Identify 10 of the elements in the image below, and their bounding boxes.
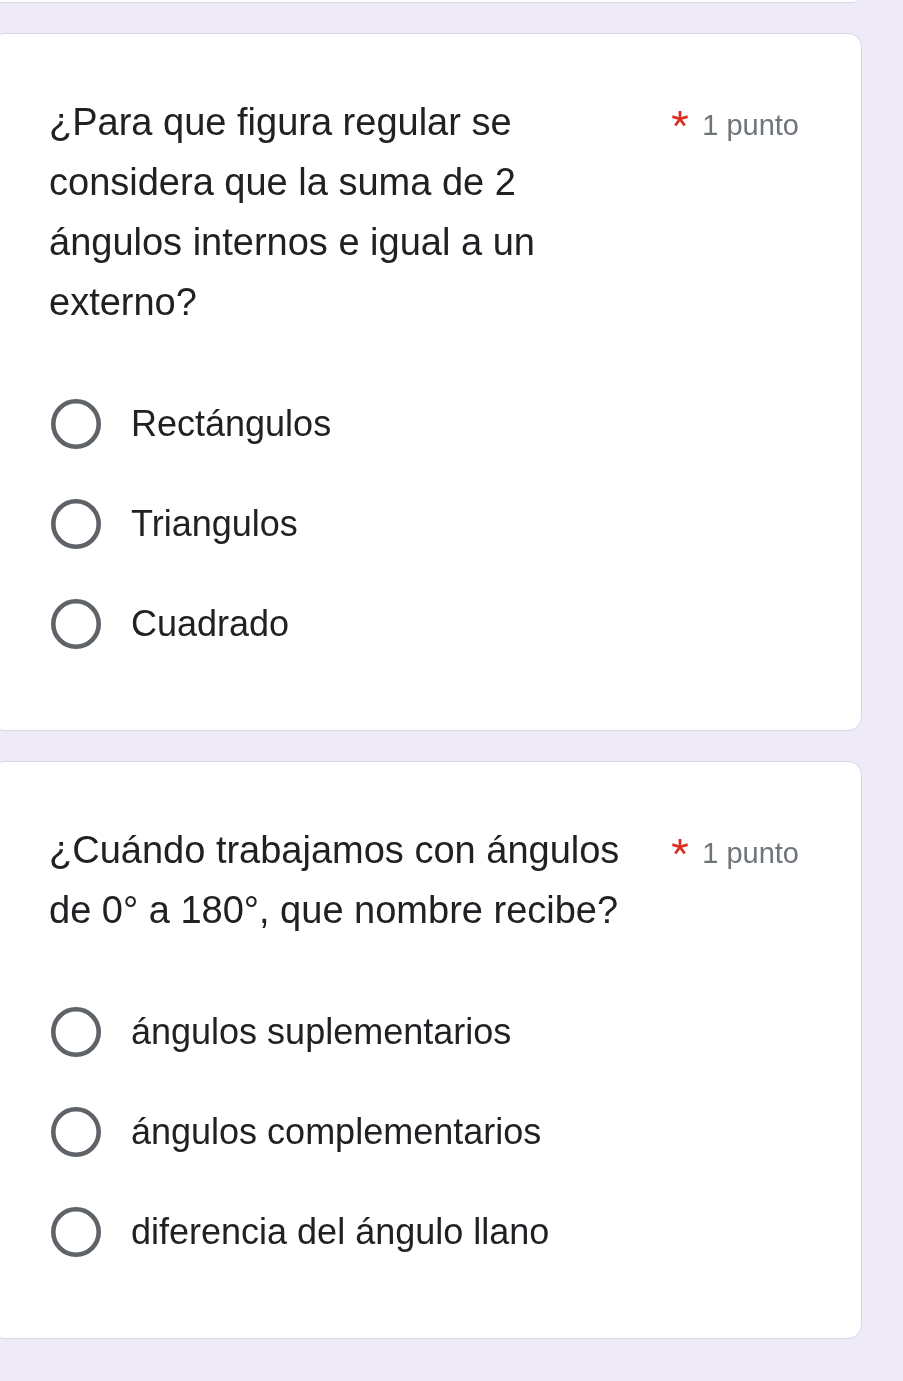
radio-option[interactable]: ángulos suplementarios [51,1007,512,1057]
radio-option[interactable]: Triangulos [51,499,298,549]
points-label: 1 punto [702,108,799,142]
question-text: ¿Cuándo trabajamos con ángulos de 0° a 180°, que nombre recibe? [49,828,621,933]
radio-option[interactable]: Cuadrado [51,599,290,649]
points-label: 1 punto [702,836,799,870]
radio-option[interactable]: ángulos complementarios [51,1107,542,1157]
question-text: ¿Para que figura regular se considera que la suma de 2 ángulos internos e igual a un externo? [49,100,536,325]
radio-option[interactable]: diferencia del ángulo llano [51,1207,550,1257]
radio-option[interactable]: Rectángulos [51,399,332,449]
